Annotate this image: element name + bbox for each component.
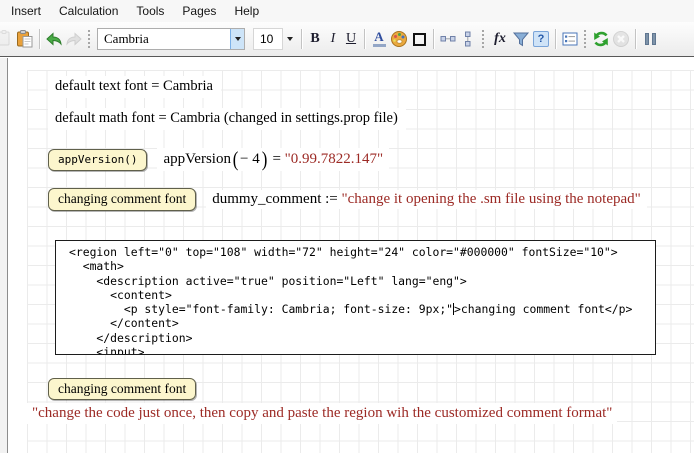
function-button[interactable]: fx [489, 31, 511, 47]
align-vertical-icon[interactable] [458, 29, 478, 49]
function-arg: − 4 [240, 151, 260, 168]
help-icon-glyph: ? [533, 31, 549, 47]
help-icon[interactable]: ? [531, 29, 551, 49]
changing-comment-font-button-1[interactable]: changing comment font [48, 188, 196, 211]
code-text-before-caret: <p style="font-family: Cambria; font-siz… [69, 302, 453, 316]
page-margin [0, 58, 7, 453]
code-line: <input> [69, 345, 655, 355]
align-horizontal-icon[interactable] [438, 29, 458, 49]
dummy-comment-math-region[interactable]: dummy_comment := "change it opening the … [206, 190, 647, 209]
undo-icon[interactable] [44, 29, 64, 49]
menubar: Insert Calculation Tools Pages Help [0, 0, 694, 22]
variable-name: dummy_comment [212, 191, 321, 208]
text-region-final-note[interactable]: "change the code just once, then copy an… [27, 403, 617, 424]
font-size-select[interactable]: 10 [253, 28, 283, 50]
toolbar: Cambria 10 B I U A [0, 22, 694, 57]
font-family-select[interactable]: Cambria [97, 28, 245, 50]
app-version-button[interactable]: appVersion() [48, 149, 147, 171]
function-name: appVersion [163, 151, 231, 168]
stop-icon [611, 29, 631, 49]
font-family-dropdown-icon[interactable] [230, 29, 244, 49]
code-line: </content> [69, 316, 655, 330]
redo-icon [64, 29, 84, 49]
version-string: "0.99.7822.147" [285, 151, 384, 168]
paste-icon[interactable] [15, 29, 35, 49]
code-text-after-caret: >changing comment font</p> [454, 302, 632, 316]
assign-operator: := [321, 191, 341, 208]
code-line: <region left="0" top="108" width="72" he… [69, 245, 655, 259]
code-line: <description active="true" position="Lef… [69, 274, 655, 288]
menu-item-pages[interactable]: Pages [173, 1, 225, 21]
code-line: <math> [69, 259, 655, 273]
font-size-dropdown-icon[interactable] [283, 29, 297, 49]
font-family-value: Cambria [98, 31, 149, 47]
code-line: <content> [69, 288, 655, 302]
menu-item-tools[interactable]: Tools [127, 1, 173, 21]
font-color-button[interactable]: A [369, 29, 389, 49]
regions-list-icon[interactable] [560, 29, 580, 49]
page-edge-line [7, 58, 8, 453]
smath-window: Insert Calculation Tools Pages Help [0, 0, 694, 453]
bold-button[interactable]: B [306, 31, 324, 47]
menu-item-calculation[interactable]: Calculation [50, 1, 127, 21]
changing-comment-font-button-2[interactable]: changing comment font [48, 378, 196, 400]
code-line: </description> [69, 331, 655, 345]
code-line-with-caret: <p style="font-family: Cambria; font-siz… [69, 302, 655, 316]
menu-item-insert[interactable]: Insert [2, 1, 50, 21]
font-color-icon: A [369, 31, 389, 47]
app-version-math-region[interactable]: appVersion ( − 4 ) = "0.99.7822.147" [157, 148, 389, 171]
text-region-default-text-font[interactable]: default text font = Cambria [48, 76, 221, 98]
pause-icon[interactable] [640, 29, 660, 49]
italic-button[interactable]: I [324, 31, 342, 47]
border-icon[interactable] [409, 29, 429, 49]
comment-string: "change it opening the .sm file using th… [342, 191, 641, 208]
menu-item-help[interactable]: Help [225, 1, 268, 21]
copy-icon [0, 29, 15, 49]
palette-icon[interactable] [389, 29, 409, 49]
text-region-default-math-font[interactable]: default math font = Cambria (changed in … [48, 108, 406, 130]
close-paren: ) [261, 149, 267, 170]
refresh-icon[interactable] [591, 29, 611, 49]
worksheet[interactable]: default text font = Cambria default math… [0, 58, 694, 453]
xml-code-region[interactable]: <region left="0" top="108" width="72" he… [55, 240, 656, 355]
open-paren: ( [233, 149, 239, 170]
font-size-value: 10 [260, 32, 273, 46]
filter-icon[interactable] [511, 29, 531, 49]
underline-button[interactable]: U [342, 31, 360, 47]
equals-sign: = [269, 151, 285, 168]
